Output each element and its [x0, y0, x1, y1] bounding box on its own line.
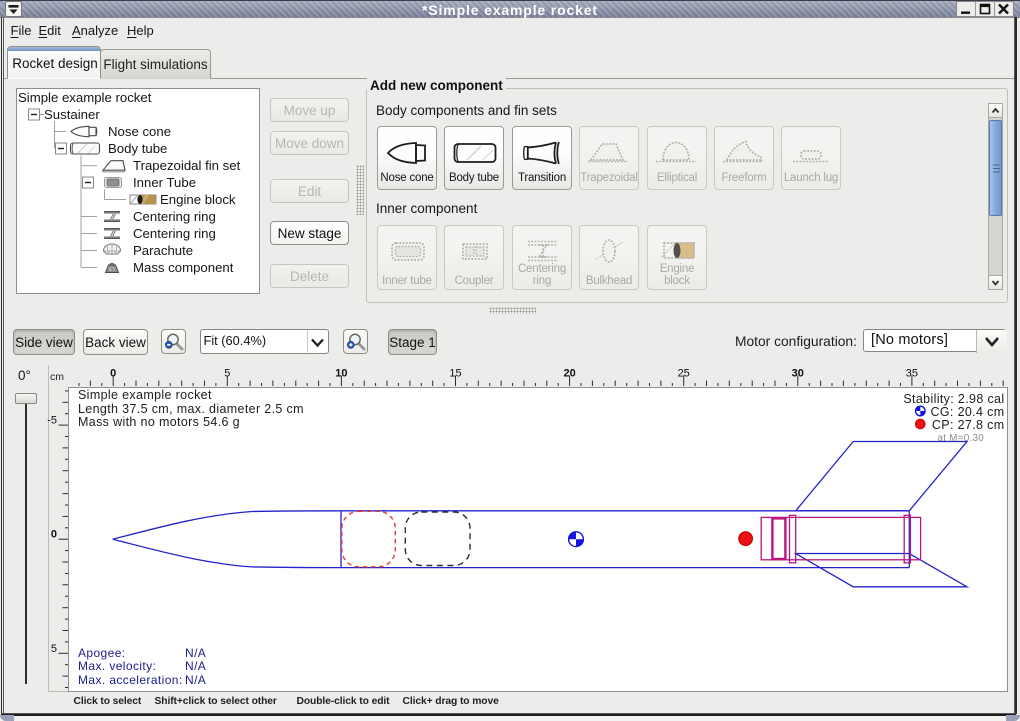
svg-text:20: 20 — [563, 368, 575, 380]
svg-text:15: 15 — [449, 368, 461, 380]
svg-text:35: 35 — [906, 368, 918, 380]
svg-text:10: 10 — [335, 368, 347, 380]
svg-text:0: 0 — [51, 529, 57, 541]
svg-text:5: 5 — [224, 368, 230, 380]
svg-text:25: 25 — [678, 368, 690, 380]
svg-text:-5: -5 — [47, 415, 57, 427]
svg-text:30: 30 — [792, 368, 804, 380]
svg-text:5: 5 — [51, 643, 57, 655]
svg-text:0: 0 — [110, 368, 116, 380]
